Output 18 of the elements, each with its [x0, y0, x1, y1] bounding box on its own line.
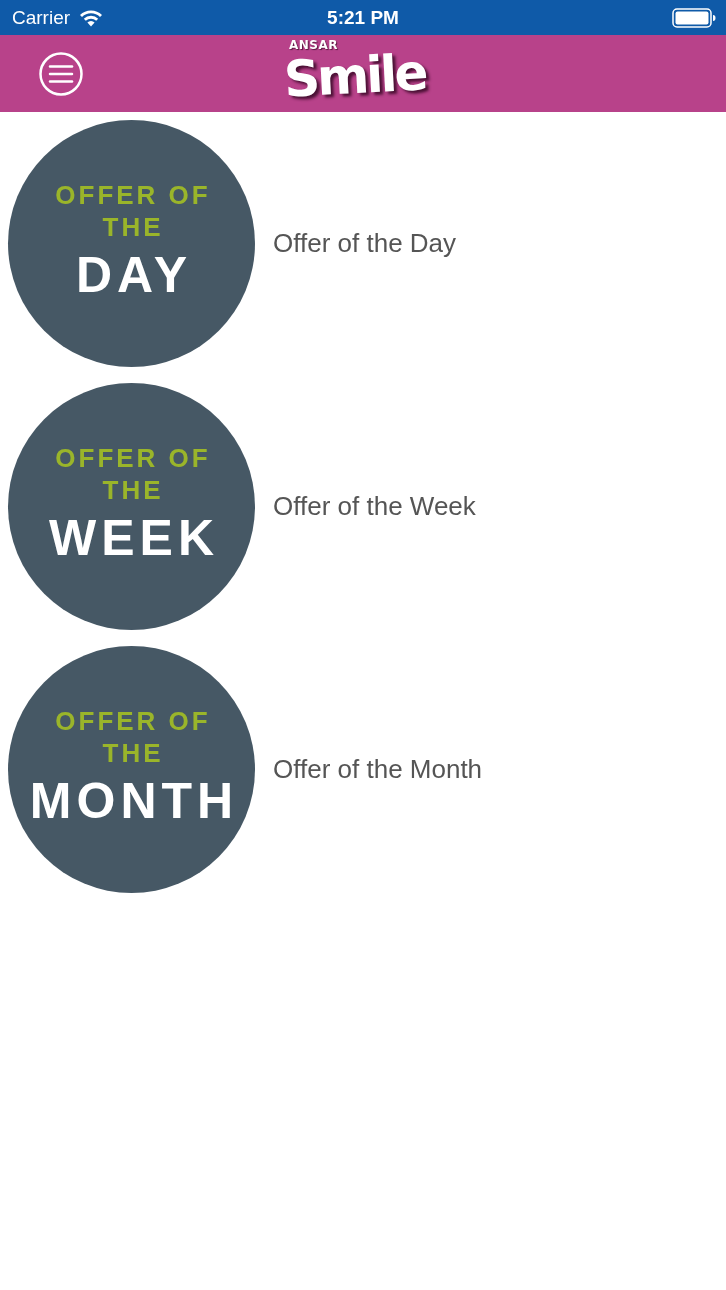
battery-icon [672, 7, 716, 28]
badge-title: MONTH [28, 772, 239, 831]
offer-label[interactable]: Offer of the Day [273, 228, 457, 259]
offer-label[interactable]: Offer of the Month [273, 754, 483, 785]
offer-label[interactable]: Offer of the Week [273, 491, 476, 522]
badge-text: THE [101, 474, 164, 506]
time-label: 5:21 PM [327, 6, 399, 29]
badge-title: DAY [75, 246, 192, 305]
carrier-label: Carrier [12, 6, 71, 29]
badge-text: OFFER OF [54, 179, 211, 211]
badge-text: OFFER OF [54, 442, 211, 474]
menu-icon[interactable] [39, 51, 83, 96]
badge-title: WEEK [48, 509, 219, 568]
wifi-icon [79, 8, 104, 27]
badge-text: OFFER OF [54, 705, 211, 737]
badge-text: THE [101, 737, 164, 769]
logo-subtitle: ANSAR [289, 38, 338, 52]
badge-text: THE [101, 211, 164, 243]
